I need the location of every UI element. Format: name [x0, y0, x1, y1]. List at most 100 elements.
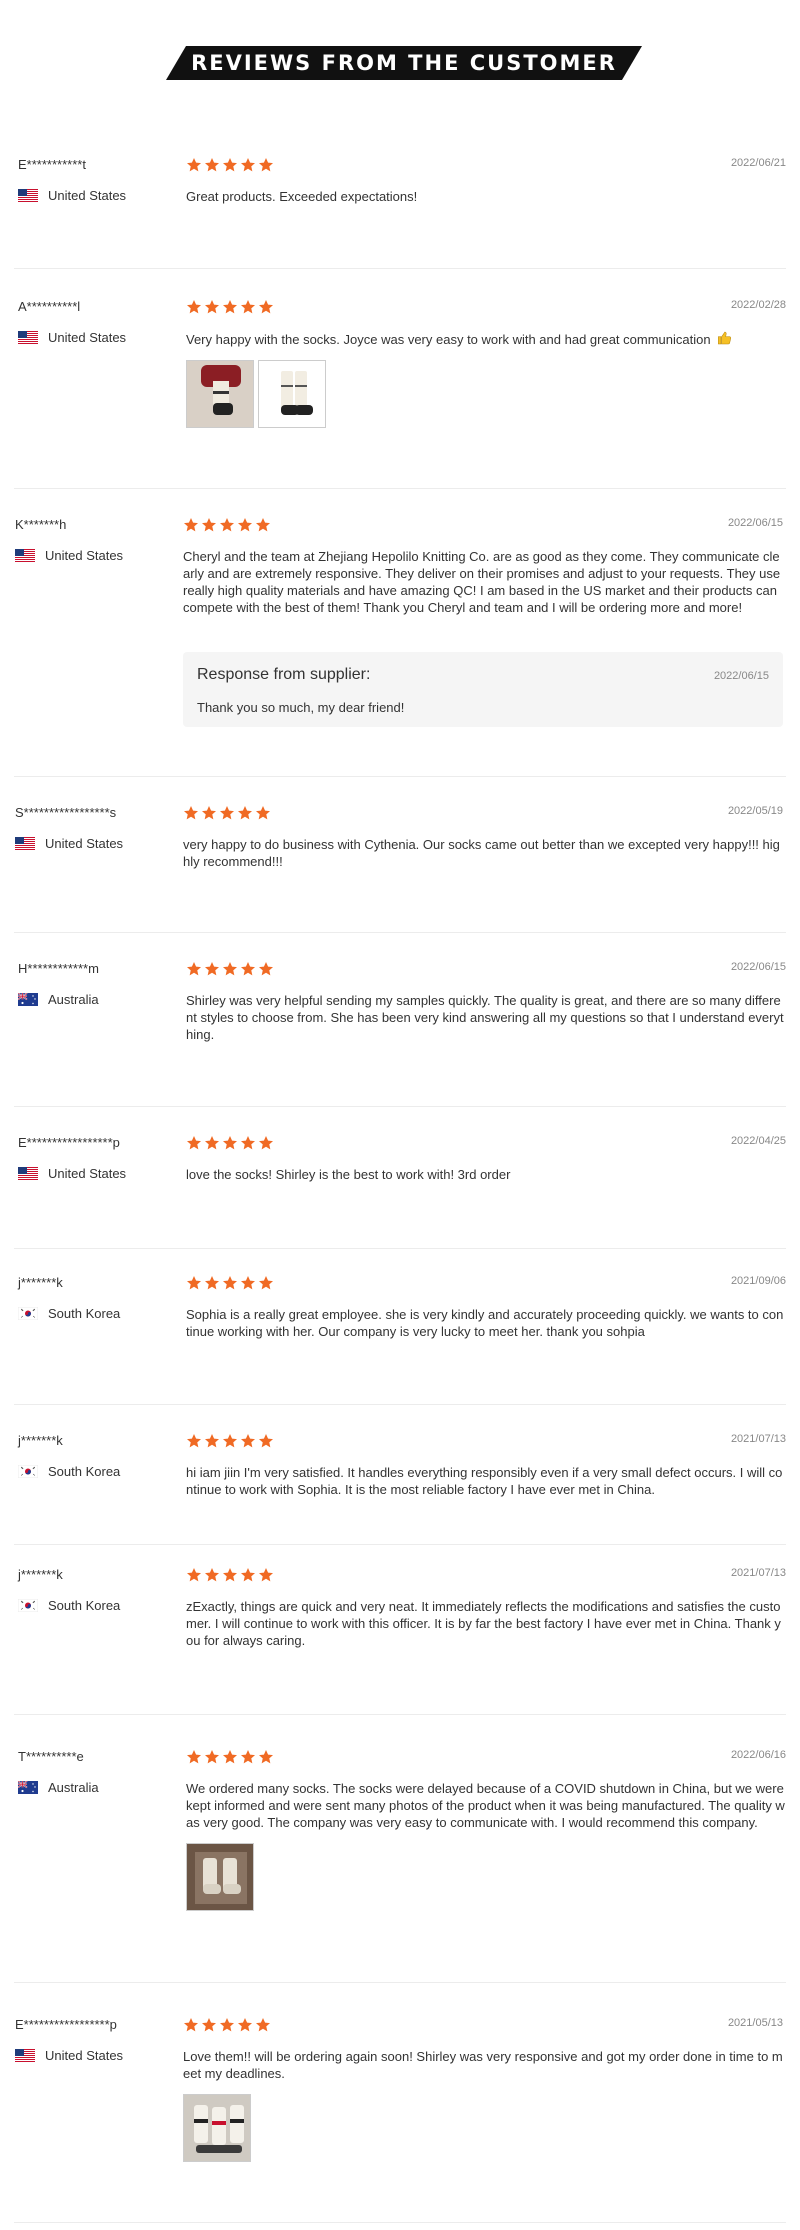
reviewer-country: South Korea — [18, 1464, 178, 1479]
country-name: United States — [45, 548, 124, 563]
star-icon — [183, 517, 199, 533]
star-icon — [240, 299, 256, 315]
review-text: Love them!! will be ordering again soon!… — [183, 2049, 783, 2081]
review-photos — [186, 1843, 786, 1911]
star-rating — [183, 516, 783, 534]
star-rating — [183, 804, 783, 822]
review-photo-thumbnail[interactable] — [186, 1843, 254, 1911]
review-photo-thumbnail[interactable] — [183, 2094, 251, 2162]
us-flag-icon — [15, 2049, 35, 2062]
star-icon — [237, 2017, 253, 2033]
country-name: United States — [45, 2048, 124, 2063]
review-content: 2022/06/15 Cheryl and the team at Zhejia… — [183, 516, 783, 727]
star-rating — [186, 298, 786, 316]
review-date: 2021/05/13 — [727, 2017, 783, 2029]
star-icon — [240, 1275, 256, 1291]
review-content: 2022/06/21 Great products. Exceeded expe… — [186, 156, 786, 205]
star-icon — [222, 1433, 238, 1449]
country-name: South Korea — [48, 1306, 121, 1321]
review-date: 2021/07/13 — [730, 1567, 786, 1579]
star-icon — [222, 299, 238, 315]
star-icon — [258, 299, 274, 315]
reviewer-name: H************m — [18, 961, 99, 976]
reviewer-country: United States — [18, 188, 178, 203]
response-text: Thank you so much, my dear friend! — [197, 700, 405, 715]
star-rating — [186, 1432, 786, 1450]
reviewer-info: E*****************p United States — [18, 1134, 178, 1181]
reviewer-info: K*******h United States — [15, 516, 175, 563]
star-icon — [204, 961, 220, 977]
review-content: 2021/07/13 hi iam jiin I'm very satisfie… — [186, 1432, 786, 1498]
star-icon — [258, 1567, 274, 1583]
review-text: Very happy with the socks. Joyce was ver… — [186, 332, 711, 347]
country-name: Australia — [48, 992, 99, 1007]
star-icon — [204, 1567, 220, 1583]
au-flag-icon — [18, 993, 38, 1006]
reviewer-country: United States — [15, 836, 175, 851]
star-icon — [186, 157, 202, 173]
reviewer-info: E*****************p United States — [15, 2016, 175, 2063]
review-text: zExactly, things are quick and very neat… — [186, 1599, 781, 1648]
review-content: 2022/05/19 very happy to do business wit… — [183, 804, 783, 870]
star-icon — [186, 299, 202, 315]
star-icon — [204, 1135, 220, 1151]
photo-socks-icon — [187, 361, 253, 427]
star-icon — [204, 1749, 220, 1765]
review-date: 2021/09/06 — [730, 1275, 786, 1287]
star-rating — [186, 1134, 786, 1152]
review-date: 2022/04/25 — [730, 1135, 786, 1147]
review-text: love the socks! Shirley is the best to w… — [186, 1167, 511, 1182]
star-rating — [186, 1748, 786, 1766]
us-flag-icon — [15, 837, 35, 850]
section-title: REVIEWS FROM THE CUSTOMER — [191, 51, 617, 75]
reviewer-info: j*******k South Korea — [18, 1274, 178, 1321]
divider — [14, 1404, 786, 1405]
star-icon — [240, 1749, 256, 1765]
divider — [14, 776, 786, 777]
kr-flag-icon — [18, 1307, 38, 1320]
review-text: very happy to do business with Cythenia.… — [183, 837, 780, 869]
star-icon — [222, 1567, 238, 1583]
response-date: 2022/06/15 — [713, 670, 769, 682]
response-title: Response from supplier: — [197, 666, 371, 683]
au-flag-icon — [18, 1781, 38, 1794]
review-date: 2021/07/13 — [730, 1433, 786, 1445]
star-icon — [222, 157, 238, 173]
review-photo-thumbnail[interactable] — [186, 360, 254, 428]
review-date: 2022/06/16 — [730, 1749, 786, 1761]
reviewer-country: United States — [15, 548, 175, 563]
reviewer-country: Australia — [18, 1780, 178, 1795]
review-text: Shirley was very helpful sending my samp… — [186, 993, 784, 1042]
star-icon — [255, 805, 271, 821]
star-icon — [204, 1275, 220, 1291]
review-photo-thumbnail[interactable] — [258, 360, 326, 428]
review-date: 2022/06/21 — [730, 157, 786, 169]
us-flag-icon — [18, 189, 38, 202]
review-content: 2021/05/13 Love them!! will be ordering … — [183, 2016, 783, 2162]
review-text: Great products. Exceeded expectations! — [186, 189, 418, 204]
review-date: 2022/06/15 — [727, 517, 783, 529]
reviewer-country: United States — [18, 1166, 178, 1181]
star-icon — [219, 805, 235, 821]
reviewer-country: United States — [15, 2048, 175, 2063]
section-title-banner: REVIEWS FROM THE CUSTOMER — [166, 46, 642, 80]
star-icon — [240, 1135, 256, 1151]
star-icon — [186, 961, 202, 977]
reviewer-info: H************m Australia — [18, 960, 178, 1007]
country-name: South Korea — [48, 1464, 121, 1479]
divider — [14, 1544, 786, 1545]
review-text-wrap: Very happy with the socks. Joyce was ver… — [186, 330, 786, 348]
star-rating — [186, 1566, 786, 1584]
thumbs-up-icon — [718, 331, 732, 345]
reviewer-name: j*******k — [18, 1275, 63, 1290]
review-content: 2021/07/13 zExactly, things are quick an… — [186, 1566, 786, 1649]
photo-socks-icon — [259, 361, 325, 427]
review-content: 2022/04/25 love the socks! Shirley is th… — [186, 1134, 786, 1183]
reviewer-name: E*****************p — [15, 2017, 117, 2032]
reviewer-name: S*****************s — [15, 805, 117, 820]
star-rating — [183, 2016, 783, 2034]
star-icon — [240, 1567, 256, 1583]
reviewer-info: j*******k South Korea — [18, 1432, 178, 1479]
reviewer-name: K*******h — [15, 517, 67, 532]
reviewer-info: j*******k South Korea — [18, 1566, 178, 1613]
